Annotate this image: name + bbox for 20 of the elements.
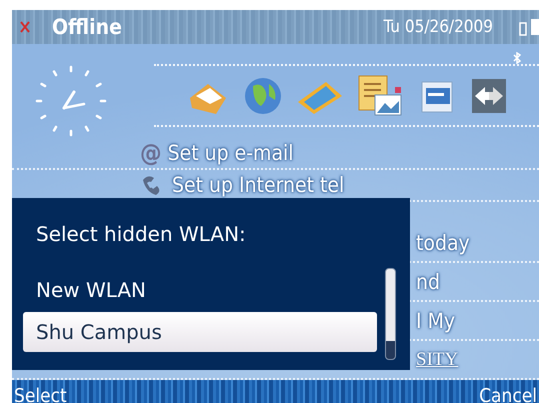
- menu-item[interactable]: I My: [416, 308, 456, 332]
- list-item[interactable]: Shu Campus: [23, 312, 377, 352]
- menu-item[interactable]: nd: [416, 270, 440, 294]
- menu-item[interactable]: Set up Internet tel: [172, 173, 344, 197]
- battery-icon: [519, 17, 539, 37]
- date: Tu 05/26/2009: [384, 17, 493, 37]
- select-button[interactable]: Select: [12, 384, 69, 403]
- list-item[interactable]: New WLAN: [23, 270, 377, 310]
- cancel-button[interactable]: Cancel: [477, 384, 539, 403]
- profile-name: Offline: [52, 15, 122, 39]
- switch-icon: [471, 78, 507, 114]
- scrollbar[interactable]: [385, 268, 396, 360]
- at-sign-icon: @: [140, 139, 162, 167]
- cross-icon: [20, 21, 30, 33]
- menu-item[interactable]: today: [416, 230, 470, 254]
- globe-icon: [243, 76, 283, 116]
- clock-icon: [34, 64, 108, 138]
- menu-item[interactable]: Set up e-mail: [168, 141, 294, 165]
- menu-item[interactable]: SITY: [416, 348, 458, 370]
- dialog-title: Select hidden WLAN:: [35, 222, 247, 246]
